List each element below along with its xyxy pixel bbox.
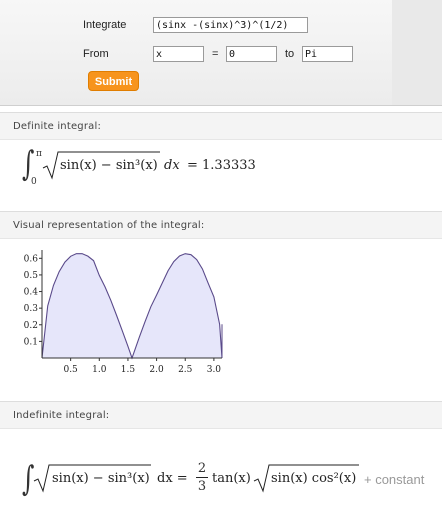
integral-form: Integrate (sinx -(sinx)^3)^(1/2) From x … (0, 0, 442, 106)
y-tick-label: 0.3 (24, 304, 39, 314)
visual-title: Visual representation of the integral: (13, 220, 205, 231)
indefinite-integrand: sin(x) − sin³(x) (52, 471, 150, 486)
visual-header: Visual representation of the integral: (0, 211, 442, 239)
upper-limit-input[interactable]: Pi (302, 46, 353, 62)
submit-button[interactable]: Submit (88, 71, 139, 91)
to-label: to (285, 48, 295, 60)
area-fill (42, 253, 222, 358)
indefinite-integral-title: Indefinite integral: (13, 410, 110, 421)
form-corner (392, 0, 442, 105)
fraction-denominator: 3 (197, 479, 207, 494)
sqrt-term: sin(x) cos²(x) (271, 471, 357, 486)
x-tick-label: 2.0 (149, 365, 164, 375)
fraction: 2 3 (196, 461, 208, 494)
indefinite-dx: dx = (157, 471, 188, 486)
integral-plot: 0.5 1.0 1.5 2.0 2.5 3.0 0.1 0.2 0.3 0.4 0.5 0.6 (24, 250, 223, 375)
y-tick-label: 0.4 (24, 288, 39, 298)
definite-integrand: sin(x) − sin³(x) (60, 158, 158, 173)
x-tick-label: 0.5 (63, 365, 78, 375)
y-tick-label: 0.6 (24, 254, 39, 264)
equals-sign: = (212, 48, 219, 60)
integrand-input[interactable]: (sinx -(sinx)^3)^(1/2) (153, 17, 308, 33)
definite-integral-header: Definite integral: (0, 112, 442, 140)
x-tick-label: 1.5 (121, 365, 136, 375)
x-tick-label: 2.5 (178, 365, 193, 375)
y-tick-label: 0.2 (24, 321, 38, 331)
tan-term: tan(x) (212, 471, 251, 486)
fraction-bar (196, 477, 208, 478)
integrate-label: Integrate (83, 19, 127, 31)
y-tick-label: 0.5 (24, 271, 39, 281)
definite-integral-title: Definite integral: (13, 121, 102, 132)
definite-result: = 1.33333 (187, 158, 256, 173)
definite-dx: dx (164, 158, 180, 173)
fraction-numerator: 2 (197, 461, 207, 476)
constant-term: + constant (364, 472, 425, 487)
y-tick-label: 0.1 (24, 337, 38, 347)
lower-limit: 0 (31, 177, 37, 187)
integral-sign: ∫ (22, 144, 35, 184)
x-tick-label: 3.0 (207, 365, 222, 375)
from-label: From (83, 48, 109, 60)
lower-limit-input[interactable]: 0 (226, 46, 277, 62)
x-tick-label: 1.0 (92, 365, 107, 375)
variable-input[interactable]: x (153, 46, 204, 62)
indefinite-integral-header: Indefinite integral: (0, 401, 442, 429)
